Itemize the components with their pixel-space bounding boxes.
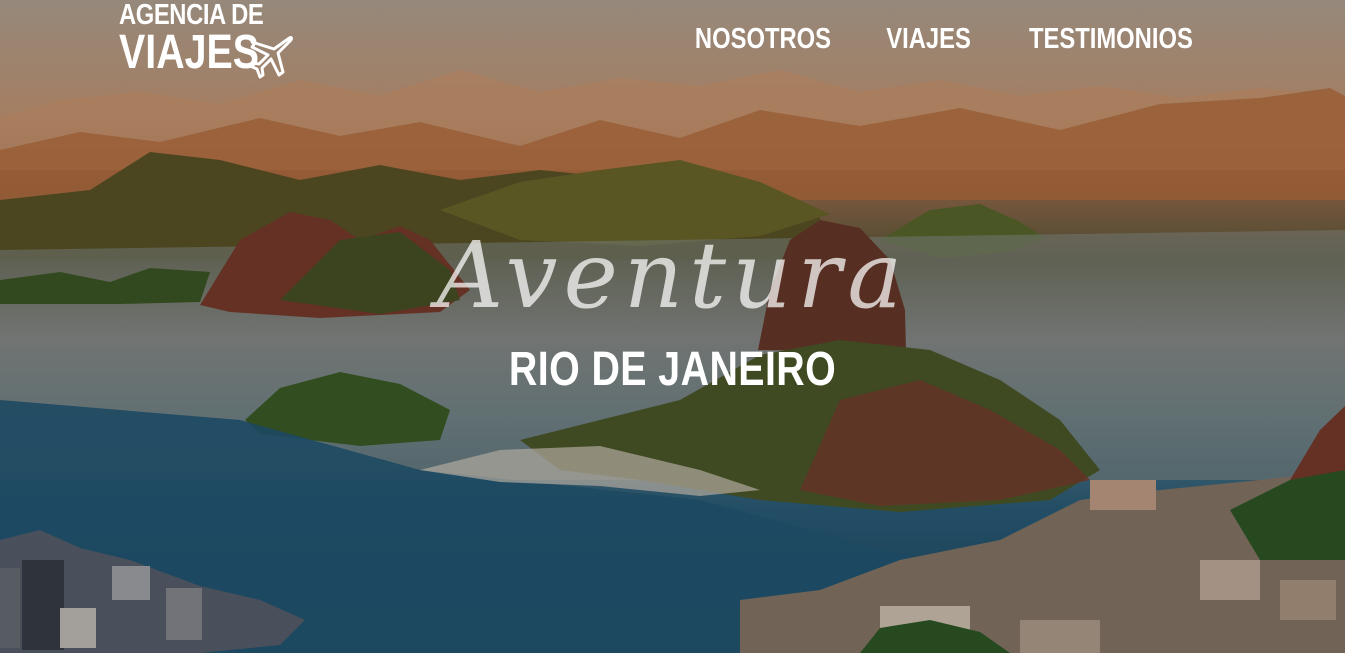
- airplane-icon: [247, 32, 295, 85]
- nav-link-viajes[interactable]: VIAJES: [886, 22, 971, 56]
- hero-subtitle-text: RIO DE JANEIRO: [508, 343, 837, 396]
- nav-link-nosotros[interactable]: NOSOTROS: [695, 22, 831, 56]
- nav-link-testimonios[interactable]: TESTIMONIOS: [1029, 22, 1193, 56]
- hero-subtitle: RIO DE JANEIRO: [0, 342, 1345, 397]
- agency-logo[interactable]: AGENCIA DE VIAJES: [119, 0, 295, 79]
- main-nav: NOSOTROS VIAJES TESTIMONIOS: [680, 22, 1211, 56]
- hero-tagline: Aventura: [436, 222, 909, 329]
- logo-text-bottom: VIAJES: [119, 26, 260, 79]
